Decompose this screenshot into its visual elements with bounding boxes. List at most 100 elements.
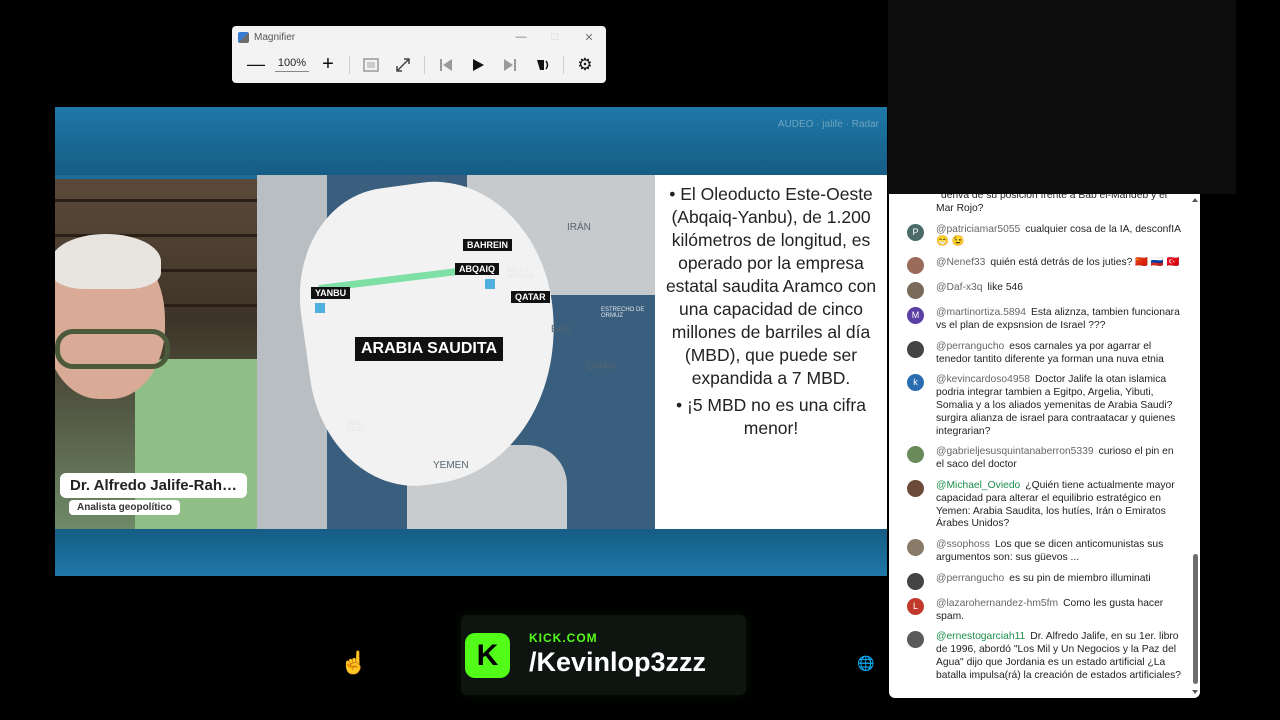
chat-message-body: @Daf-x3q like 546	[936, 282, 1181, 299]
chat-message[interactable]: @perrangucho esos carnales ya por agarrar…	[889, 337, 1189, 371]
chat-username[interactable]: @patriciamar5055	[936, 224, 1020, 235]
maximize-icon[interactable]: □	[538, 31, 572, 44]
chat-message-list: deriva de su posición frente a Bab el-Ma…	[889, 194, 1189, 687]
chat-username[interactable]: @gabrieljesusquintanaberron5339	[936, 446, 1094, 457]
magnifier-window: Magnifier — □ ✕ — 100% + ⚙	[232, 26, 606, 83]
magnifier-titlebar[interactable]: Magnifier — □ ✕	[232, 26, 606, 48]
map-label-eau: EAU	[551, 324, 572, 335]
avatar[interactable]	[907, 631, 924, 649]
chat-message[interactable]: @Michael_Oviedo ¿Quién tiene actualmente …	[889, 476, 1189, 535]
chat-username[interactable]: @ernestogarciah11	[936, 631, 1025, 642]
dark-overlay-panel	[888, 0, 1236, 194]
video-bottom-band	[55, 529, 887, 576]
abqaiq-marker	[485, 279, 495, 289]
map-label-yanbu: YANBU	[311, 287, 351, 299]
chat-username[interactable]: @Daf-x3q	[936, 282, 983, 293]
chat-message[interactable]: @Nenef33 quién está detrás de los juties?…	[889, 253, 1189, 278]
next-icon[interactable]	[498, 53, 522, 77]
chat-message-body: @perrangucho es su pin de miembro illumin…	[936, 573, 1181, 590]
map-label-iran: IRÁN	[567, 222, 591, 233]
globe-icon: 🌐	[857, 655, 875, 671]
chat-message[interactable]: @ssophoss Los que se dicen anticomunistas…	[889, 535, 1189, 569]
chat-username[interactable]: @ssophoss	[936, 539, 990, 550]
chat-message[interactable]: L @lazarohernandez-hm5fm Como les gusta ha…	[889, 594, 1189, 628]
close-icon[interactable]: ✕	[572, 31, 606, 44]
avatar[interactable]: P	[907, 223, 924, 241]
speaker-glasses	[55, 329, 170, 369]
zoom-in-icon[interactable]: +	[316, 53, 340, 77]
chat-message-body: @Michael_Oviedo ¿Quién tiene actualmente …	[936, 480, 1181, 531]
avatar[interactable]: L	[907, 597, 924, 615]
chat-message[interactable]: @perrangucho es su pin de miembro illumin…	[889, 569, 1189, 594]
avatar[interactable]	[907, 539, 924, 557]
chat-message[interactable]: @gabrieljesusquintanaberron5339 curioso e…	[889, 442, 1189, 476]
chat-username[interactable]: @perrangucho	[936, 573, 1004, 584]
play-icon[interactable]	[466, 53, 490, 77]
scroll-down-icon[interactable]	[1192, 690, 1198, 694]
settings-icon[interactable]: ⚙	[573, 53, 597, 77]
chat-message-body: @ssophoss Los que se dicen anticomunistas…	[936, 539, 1181, 565]
avatar[interactable]: k	[907, 374, 924, 392]
chat-message[interactable]: k @kevincardoso4958 Doctor Jalife la otan …	[889, 370, 1189, 442]
chat-scrollbar[interactable]	[1193, 554, 1198, 684]
chat-message[interactable]: M @martinortiza.5894 Esta aliznza, tambien…	[889, 303, 1189, 337]
map-label-qatar: QATAR	[511, 291, 550, 303]
live-chat-panel[interactable]: deriva de su posición frente a Bab el-Ma…	[889, 194, 1200, 698]
map-label-bahrein: BAHREIN	[463, 239, 513, 251]
expand-icon[interactable]	[391, 53, 415, 77]
zoom-level[interactable]: 100%	[275, 57, 309, 72]
chat-username[interactable]: @martinortiza.5894	[936, 307, 1026, 318]
map-label-abqaiq: ABQAIQ	[455, 263, 499, 275]
chat-message-body: @martinortiza.5894 Esta aliznza, tambien …	[936, 307, 1181, 333]
slide-bullet-2: • ¡5 MBD no es una cifra menor!	[676, 395, 866, 438]
map-label-mar-rojo: MAR ROJO	[347, 421, 364, 433]
toolbar-divider	[563, 55, 564, 74]
avatar[interactable]	[907, 282, 924, 300]
yanbu-marker	[315, 303, 325, 313]
avatar[interactable]	[907, 194, 924, 207]
kick-banner[interactable]: K KICK.COM /Kevinlop3zzz	[461, 615, 746, 695]
map-label-estrecho: ESTRECHO DE ORMUZ	[601, 307, 645, 319]
avatar[interactable]	[907, 446, 924, 464]
map-slide: YANBU ABQAIQ BAHREIN QATAR ARABIA SAUDIT…	[257, 175, 655, 529]
chat-username[interactable]: @Nenef33	[936, 257, 985, 268]
magnifier-title: Magnifier	[254, 31, 296, 43]
toolbar-divider	[349, 55, 350, 74]
map-label-yemen: YEMEN	[433, 460, 469, 471]
chat-message[interactable]: @Daf-x3q like 546	[889, 278, 1189, 303]
chat-username[interactable]: @perrangucho	[936, 341, 1004, 352]
speaker-name-lower-third: Dr. Alfredo Jalife-Rah…	[60, 473, 247, 498]
speaker-hair	[55, 234, 161, 289]
avatar[interactable]	[907, 479, 924, 497]
chat-message-body: @lazarohernandez-hm5fm Como les gusta hac…	[936, 598, 1181, 624]
chat-username[interactable]: @Michael_Oviedo	[936, 480, 1020, 491]
previous-icon[interactable]	[434, 53, 458, 77]
chat-message[interactable]: deriva de su posición frente a Bab el-Ma…	[889, 194, 1189, 220]
avatar[interactable]	[907, 572, 924, 590]
chat-message-body: @gabrieljesusquintanaberron5339 curioso e…	[936, 446, 1181, 472]
chat-message[interactable]: @ernestogarciah11 Dr. Alfredo Jalife, en …	[889, 627, 1189, 686]
chat-text: deriva de su posición frente a Bab el-Ma…	[936, 194, 1168, 214]
chat-text: like 546	[987, 282, 1024, 294]
chat-message-body: deriva de su posición frente a Bab el-Ma…	[936, 194, 1181, 216]
map-label-golfo: GOLFO PÉRSICO	[507, 268, 535, 280]
scroll-up-icon[interactable]	[1192, 198, 1198, 202]
video-top-band	[55, 107, 887, 175]
chat-username[interactable]: @kevincardoso4958	[936, 374, 1030, 385]
avatar[interactable]: M	[907, 307, 924, 325]
chat-username[interactable]: @lazarohernandez-hm5fm	[936, 598, 1058, 609]
chat-message[interactable]: P @patriciamar5055 cualquier cosa de la IA…	[889, 220, 1189, 254]
avatar[interactable]	[907, 340, 924, 358]
video-frame[interactable]: AUDEO · jalife · Radar Dr. Alfredo Jalif…	[55, 107, 887, 576]
avatar[interactable]	[907, 257, 924, 275]
fit-icon[interactable]	[359, 53, 383, 77]
video-watermark: AUDEO · jalife · Radar	[777, 119, 879, 130]
map-label-country: ARABIA SAUDITA	[355, 337, 503, 361]
read-aloud-icon[interactable]	[530, 53, 554, 77]
speaker-role-lower-third: Analista geopolítico	[69, 500, 181, 515]
minimize-icon[interactable]: —	[504, 31, 538, 44]
map-label-oman: OMÁN	[586, 361, 616, 372]
kick-handle: /Kevinlop3zzz	[529, 647, 707, 677]
kick-domain: KICK.COM	[529, 631, 598, 645]
zoom-out-icon[interactable]: —	[244, 53, 268, 77]
